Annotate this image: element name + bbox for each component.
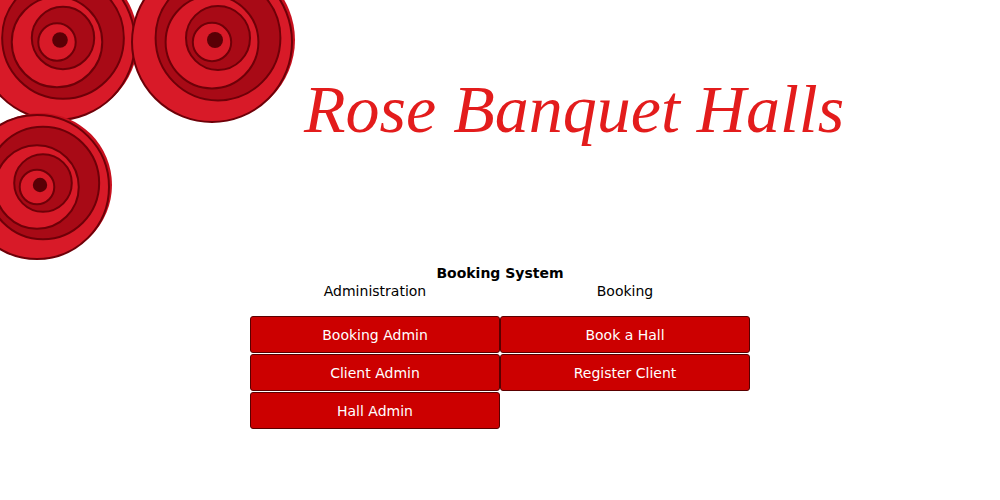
rose	[132, 0, 295, 122]
rose	[0, 113, 112, 259]
roses-picture	[0, 0, 300, 262]
menu-button[interactable]: Book a Hall	[500, 316, 750, 353]
site-title: Rose Banquet Halls	[300, 70, 844, 149]
button-columns: Administration Booking AdminClient AdminH…	[250, 282, 750, 429]
button-column: Administration Booking AdminClient AdminH…	[250, 282, 500, 429]
section-title: Booking System	[436, 262, 563, 282]
menu-button[interactable]: Register Client	[500, 354, 750, 391]
page: Rose Banquet Halls Booking SystemAdminist…	[0, 0, 1000, 500]
button-column: Booking Book a HallRegister Client	[500, 282, 750, 429]
header: Rose Banquet Halls	[0, 0, 1000, 262]
column-heading: Administration	[250, 282, 500, 300]
column-heading: Booking	[500, 282, 750, 300]
menu-button[interactable]: Booking Admin	[250, 316, 500, 353]
rose	[0, 0, 138, 120]
booking-system: Booking SystemAdministrationBooking Admi…	[0, 262, 1000, 429]
menu-button[interactable]: Hall Admin	[250, 392, 500, 429]
menu-button[interactable]: Client Admin	[250, 354, 500, 391]
